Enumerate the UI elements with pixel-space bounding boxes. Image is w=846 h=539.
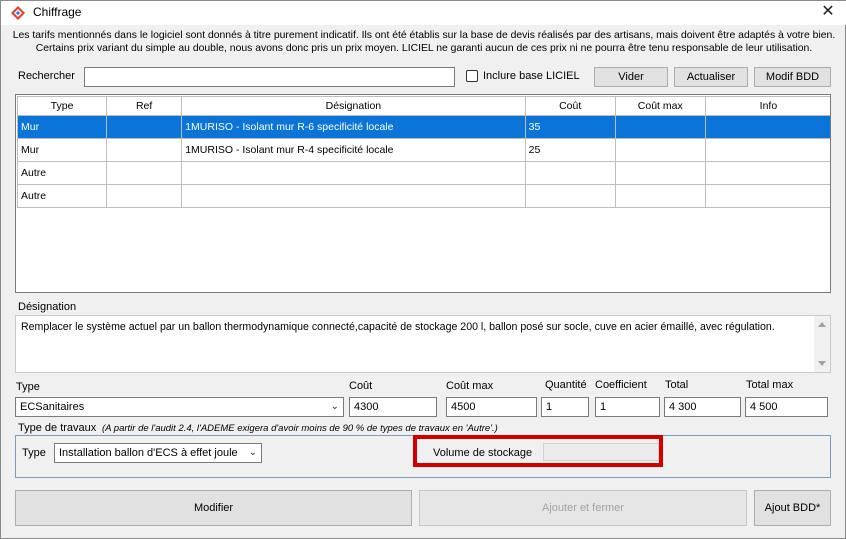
designation-text: Remplacer le système actuel par un ballo… (21, 321, 775, 333)
close-icon[interactable]: ✕ (817, 2, 839, 22)
table-cell[interactable]: Mur (16, 138, 108, 162)
table-cell[interactable]: 1MURISO - Isolant mur R-4 specificité lo… (181, 138, 526, 162)
table-cell[interactable] (181, 161, 526, 185)
table-row[interactable]: Mur 1MURISO - Isolant mur R-4 specificit… (16, 138, 830, 162)
disclaimer-line-1: Les tarifs mentionnés dans le logiciel s… (12, 30, 836, 41)
grid-header-row: Type Ref Désignation Coût Coût max Info (16, 96, 830, 116)
designation-scrollbar[interactable] (814, 316, 830, 372)
table-cell[interactable]: Autre (16, 184, 108, 208)
table-row[interactable]: Autre (16, 184, 830, 208)
table-cell[interactable] (106, 184, 183, 208)
cout-input[interactable]: 4300 (349, 397, 437, 417)
table-cell[interactable] (524, 161, 616, 185)
table-row-selected[interactable]: Mur 1MURISO - Isolant mur R-6 specificit… (16, 115, 830, 139)
table-cell[interactable] (106, 138, 183, 162)
results-grid: Type Ref Désignation Coût Coût max Info … (15, 94, 831, 293)
total-max-input[interactable]: 4 500 (745, 397, 828, 417)
table-cell[interactable]: Autre (16, 161, 108, 185)
travaux-groupbox: Type Installation ballon d'ECS à effet j… (15, 435, 831, 478)
chevron-down-icon: ⌄ (330, 401, 339, 412)
designation-label: Désignation (18, 301, 77, 313)
search-input[interactable] (84, 67, 455, 87)
window-title: Chiffrage (33, 5, 82, 19)
ajouter-fermer-button[interactable]: Ajouter et fermer (419, 490, 747, 526)
modif-bdd-button[interactable]: Modif BDD (754, 67, 831, 87)
travaux-label: Type de travaux (18, 422, 97, 434)
scroll-up-icon[interactable] (818, 322, 826, 327)
designation-textarea[interactable]: Remplacer le système actuel par un ballo… (15, 315, 831, 373)
app-logo-icon (11, 6, 25, 20)
coefficient-input[interactable]: 1 (595, 397, 660, 417)
table-cell[interactable] (614, 138, 706, 162)
ajout-bdd-button[interactable]: Ajout BDD* (754, 490, 831, 526)
table-cell[interactable] (614, 184, 706, 208)
col-header-cout-max[interactable]: Coût max (614, 96, 706, 116)
total-label: Total (665, 379, 689, 391)
cout-label: Coût (349, 380, 373, 392)
table-cell[interactable] (524, 184, 616, 208)
table-cell[interactable] (106, 115, 183, 139)
table-cell[interactable]: 25 (524, 138, 616, 162)
table-cell[interactable] (181, 184, 526, 208)
table-cell[interactable] (614, 115, 706, 139)
modifier-button[interactable]: Modifier (15, 490, 412, 526)
disclaimer-line-2: Certains prix variant du simple au doubl… (35, 43, 813, 54)
travaux-type-select[interactable]: Installation ballon d'ECS à effet joule … (54, 443, 262, 463)
volume-input[interactable] (543, 443, 659, 461)
total-max-label: Total max (746, 379, 794, 391)
scroll-down-icon[interactable] (818, 361, 826, 366)
table-cell[interactable] (106, 161, 183, 185)
results-table: Type Ref Désignation Coût Coût max Info … (16, 96, 830, 208)
vider-button[interactable]: Vider (594, 67, 668, 87)
volume-label: Volume de stockage (433, 447, 533, 459)
table-cell[interactable] (704, 184, 830, 208)
table-cell[interactable]: 1MURISO - Isolant mur R-6 specificité lo… (181, 115, 526, 139)
cout-max-input[interactable]: 4500 (446, 397, 537, 417)
travaux-type-value: Installation ballon d'ECS à effet joule (59, 447, 238, 459)
col-header-designation[interactable]: Désignation (181, 96, 526, 116)
travaux-note: (A partir de l'audit 2.4, l'ADEME exiger… (102, 423, 498, 434)
quantite-label: Quantité (545, 379, 587, 391)
col-header-cout[interactable]: Coût (524, 96, 616, 116)
table-cell[interactable] (704, 161, 830, 185)
table-cell[interactable] (614, 161, 706, 185)
coefficient-label: Coefficient (595, 379, 647, 391)
quantite-input[interactable]: 1 (541, 397, 589, 417)
table-row[interactable]: Autre (16, 161, 830, 185)
col-header-ref[interactable]: Ref (106, 96, 183, 116)
actualiser-button[interactable]: Actualiser (674, 67, 748, 87)
type-select[interactable]: ECSanitaires ⌄ (15, 397, 344, 417)
search-label: Rechercher (18, 70, 75, 82)
include-liciel-checkbox[interactable] (466, 70, 478, 82)
travaux-type-label: Type (22, 447, 46, 459)
table-cell[interactable] (704, 138, 830, 162)
cout-max-label: Coût max (446, 380, 494, 392)
table-cell[interactable]: 35 (524, 115, 616, 139)
col-header-info[interactable]: Info (704, 96, 830, 116)
volume-highlight: Volume de stockage (413, 435, 663, 467)
chiffrage-dialog: Chiffrage ✕ Les tarifs mentionnés dans l… (0, 0, 846, 539)
table-cell[interactable] (704, 115, 830, 139)
disclaimer-notice: Les tarifs mentionnés dans le logiciel s… (1, 29, 846, 55)
title-bar: Chiffrage ✕ (1, 1, 846, 25)
total-input[interactable]: 4 300 (664, 397, 741, 417)
col-header-type[interactable]: Type (16, 96, 108, 116)
chevron-down-icon: ⌄ (248, 447, 257, 458)
include-liciel-label: Inclure base LICIEL (483, 70, 580, 82)
table-cell[interactable]: Mur (16, 115, 108, 139)
type-select-value: ECSanitaires (20, 401, 85, 413)
type-label: Type (16, 381, 40, 393)
